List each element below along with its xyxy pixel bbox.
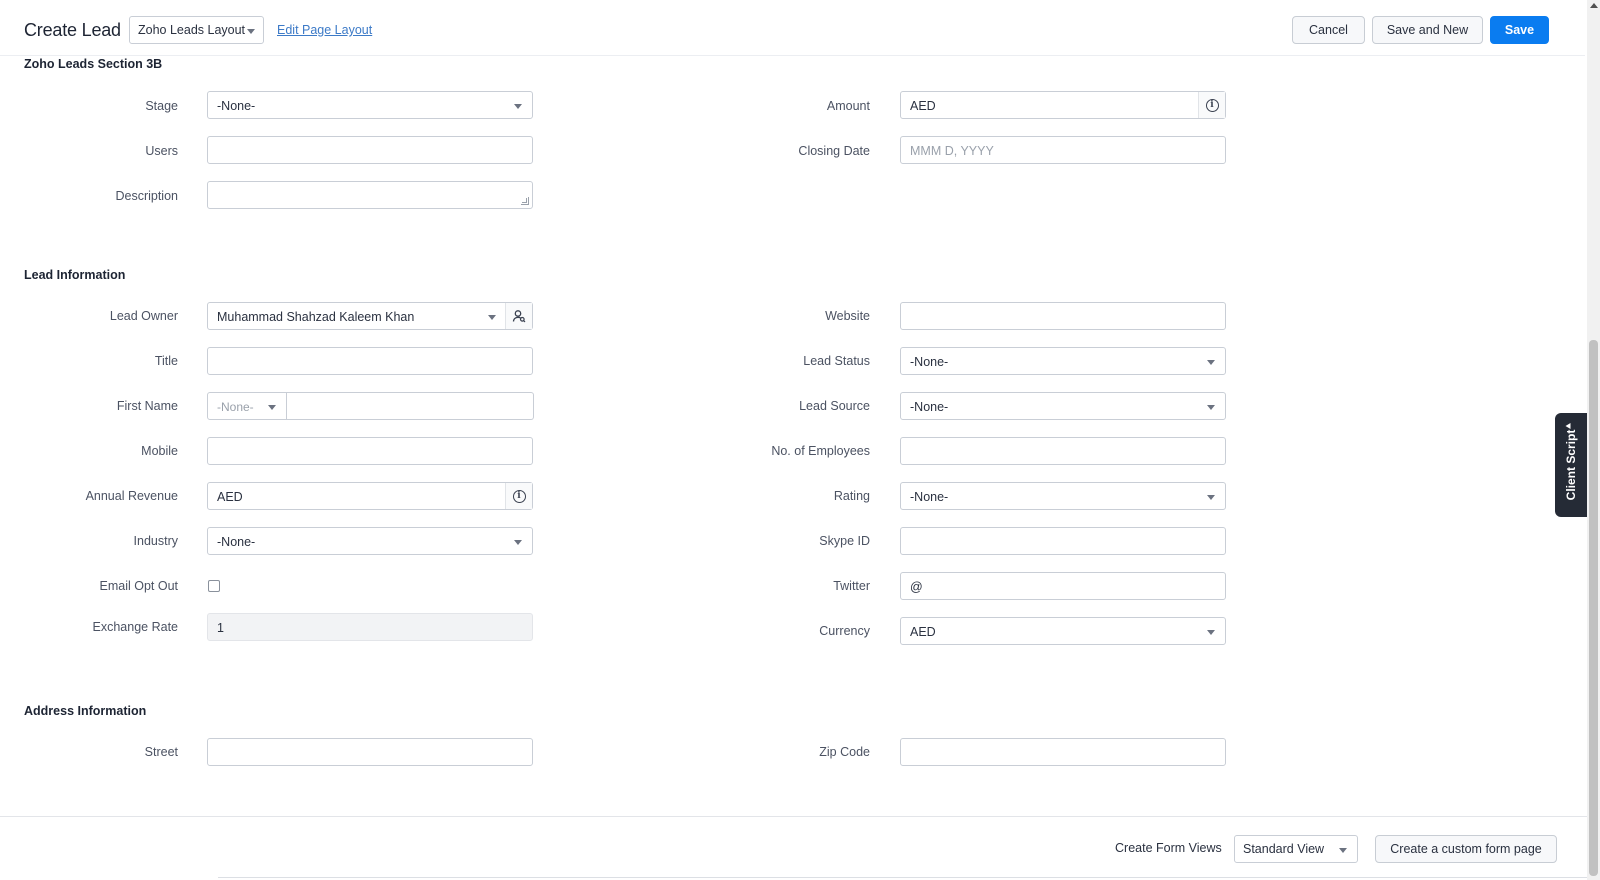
page-header: Create Lead Zoho Leads Layout Edit Page … <box>0 0 1585 56</box>
currency-select[interactable]: AED <box>900 617 1226 645</box>
section-title-address-information: Address Information <box>24 704 147 718</box>
edit-page-layout-link[interactable]: Edit Page Layout <box>277 23 372 37</box>
twitter-label: Twitter <box>833 579 870 593</box>
zip-code-label: Zip Code <box>819 745 870 759</box>
layout-select-value: Zoho Leads Layout <box>138 23 246 37</box>
closing-date-label: Closing Date <box>798 144 870 158</box>
chevron-down-icon <box>1207 360 1215 365</box>
closing-date-input[interactable]: MMM D, YYYY <box>900 136 1226 164</box>
info-icon: i <box>1205 98 1219 112</box>
description-label: Description <box>115 189 178 203</box>
scroll-up-arrow-icon[interactable] <box>1590 3 1598 8</box>
save-and-new-button[interactable]: Save and New <box>1372 16 1483 44</box>
create-form-views-label: Create Form Views <box>1115 841 1222 855</box>
lead-source-value: -None- <box>910 400 949 414</box>
chevron-down-icon <box>1339 848 1347 853</box>
lead-status-select[interactable]: -None- <box>900 347 1226 375</box>
cancel-button[interactable]: Cancel <box>1292 16 1365 44</box>
rating-select[interactable]: -None- <box>900 482 1226 510</box>
rating-label: Rating <box>833 489 870 503</box>
resize-grip-icon[interactable] <box>521 197 529 205</box>
chevron-down-icon <box>1207 495 1215 500</box>
save-button[interactable]: Save <box>1490 16 1549 44</box>
layout-select[interactable]: Zoho Leads Layout <box>129 16 264 44</box>
create-custom-form-page-button[interactable]: Create a custom form page <box>1375 835 1557 863</box>
skype-label: Skype ID <box>819 534 870 548</box>
client-script-tab[interactable]: Client Script <box>1555 413 1587 517</box>
form-view-select-value: Standard View <box>1243 842 1325 856</box>
employees-input[interactable] <box>900 437 1226 465</box>
chevron-down-icon <box>1207 630 1215 635</box>
zip-code-input[interactable] <box>900 738 1226 766</box>
description-textarea[interactable] <box>207 181 533 209</box>
amount-label: Amount <box>826 99 870 113</box>
lead-source-select[interactable]: -None- <box>900 392 1226 420</box>
website-label: Website <box>825 309 870 323</box>
skype-input[interactable] <box>900 527 1226 555</box>
employees-label: No. of Employees <box>771 444 870 458</box>
twitter-input[interactable]: @ <box>900 572 1226 600</box>
page-footer: Create Form Views Standard View Create a… <box>0 816 1587 880</box>
lead-source-label: Lead Source <box>799 399 870 413</box>
triangle-up-icon <box>1565 423 1571 429</box>
amount-info-button[interactable]: i <box>1198 92 1225 118</box>
chevron-down-icon <box>1207 405 1215 410</box>
vertical-scrollbar[interactable] <box>1587 0 1600 880</box>
page-title: Create Lead <box>24 20 121 40</box>
section-title-lead-information: Lead Information <box>24 268 126 282</box>
chevron-down-icon <box>247 29 255 34</box>
twitter-input-value: @ <box>910 580 923 594</box>
currency-label: Currency <box>819 624 870 638</box>
website-input[interactable] <box>900 302 1226 330</box>
form-view-select[interactable]: Standard View <box>1234 835 1358 863</box>
client-script-label: Client Script <box>1564 429 1578 501</box>
closing-date-placeholder: MMM D, YYYY <box>910 144 994 158</box>
currency-select-value: AED <box>910 625 936 639</box>
rating-select-value: -None- <box>910 490 949 504</box>
section-title-zoho-leads-3b: Zoho Leads Section 3B <box>24 57 163 71</box>
amount-input[interactable]: AED i <box>900 91 1226 119</box>
scroll-thumb[interactable] <box>1589 340 1598 876</box>
lead-status-value: -None- <box>910 355 949 369</box>
lead-status-label: Lead Status <box>803 354 870 368</box>
amount-input-value: AED <box>910 99 936 113</box>
